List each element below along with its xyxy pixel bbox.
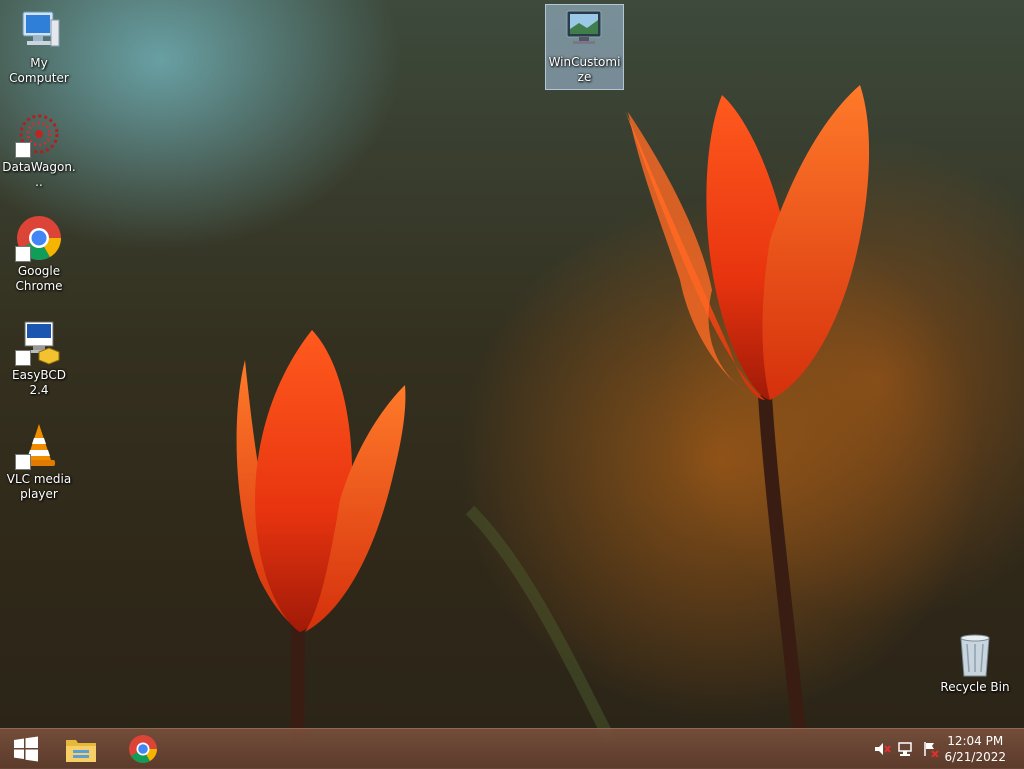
datawagon-icon: [15, 110, 63, 158]
clock-date: 6/21/2022: [944, 750, 1006, 764]
taskbar-clock[interactable]: 12:04 PM 6/21/2022: [944, 733, 1006, 765]
wincustomize-icon: [561, 5, 609, 53]
vlc-icon: [15, 422, 63, 470]
taskbar-file-explorer-button[interactable]: [55, 729, 107, 769]
tulip-flowers-image: [236, 85, 870, 743]
desktop-icon-label: Google Chrome: [15, 264, 63, 293]
file-explorer-icon: [66, 740, 96, 762]
taskbar-chrome-button[interactable]: [117, 729, 169, 769]
desktop-icon-my-computer[interactable]: My Computer: [1, 6, 77, 86]
desktop-icon-label: Recycle Bin: [940, 680, 1010, 694]
network-icon[interactable]: [898, 741, 916, 757]
volume-muted-icon[interactable]: [874, 741, 892, 757]
desktop-icon-recycle-bin[interactable]: Recycle Bin: [937, 630, 1013, 695]
desktop-icon-label: EasyBCD 2.4: [12, 368, 66, 397]
desktop-icon-label: VLC media player: [6, 472, 72, 501]
desktop-icon-label: DataWagon...: [2, 160, 76, 189]
action-center-flag-icon[interactable]: [922, 741, 940, 757]
shortcut-arrow-icon: [15, 142, 31, 158]
shortcut-arrow-icon: [15, 350, 31, 366]
shortcut-arrow-icon: [15, 246, 31, 262]
taskbar: 12:04 PM 6/21/2022: [0, 728, 1024, 769]
desktop-icon-wincustomize[interactable]: WinCustomize: [545, 4, 624, 90]
desktop-wallpaper: [0, 0, 1024, 768]
desktop-icon-google-chrome[interactable]: Google Chrome: [1, 214, 77, 294]
desktop-icon-label: My Computer: [9, 56, 69, 85]
easybcd-icon: [15, 318, 63, 366]
desktop-icon-vlc[interactable]: VLC media player: [1, 422, 77, 502]
clock-time: 12:04 PM: [947, 734, 1004, 748]
desktop-icon-datawagon[interactable]: DataWagon...: [1, 110, 77, 190]
recycle-bin-icon: [951, 630, 999, 678]
windows-start-icon: [14, 736, 38, 762]
desktop-icon-label: WinCustomize: [548, 55, 621, 84]
shortcut-arrow-icon: [15, 454, 31, 470]
chrome-icon: [129, 735, 157, 763]
desktop-icon-easybcd[interactable]: EasyBCD 2.4: [1, 318, 77, 398]
start-button[interactable]: [0, 729, 52, 769]
computer-icon: [15, 6, 63, 54]
chrome-icon: [15, 214, 63, 262]
